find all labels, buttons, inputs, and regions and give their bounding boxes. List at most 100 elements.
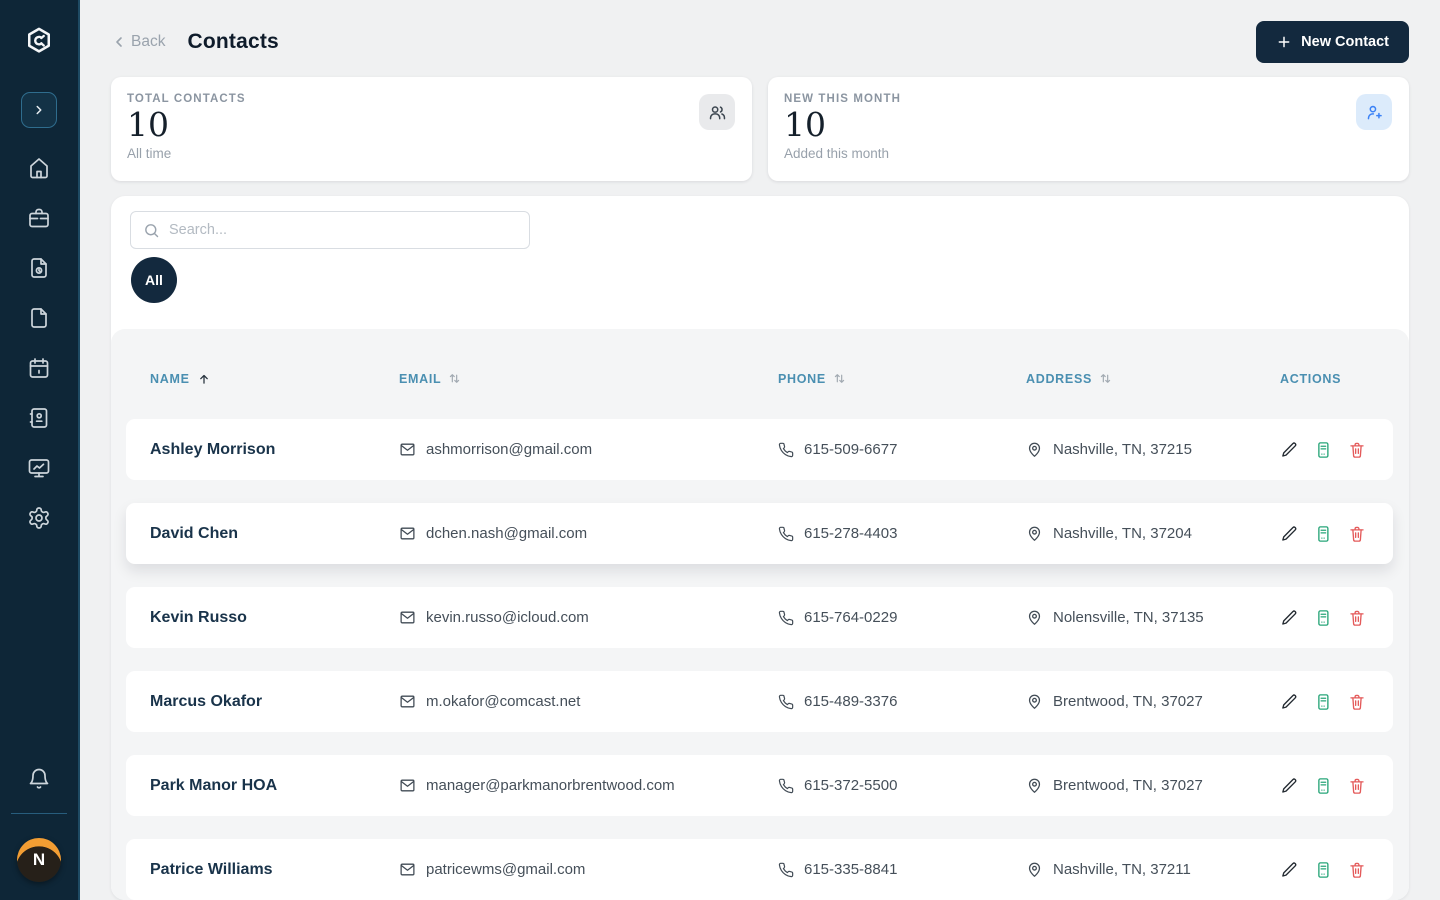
sidebar-item-calendar[interactable] (27, 356, 51, 380)
row-actions (1280, 441, 1393, 459)
export-contact-button[interactable] (1314, 525, 1332, 543)
contact-phone-cell: 615-489-3376 (778, 693, 1026, 710)
app-logo-hex-wrench-icon (24, 26, 54, 56)
row-actions (1280, 693, 1393, 711)
page-header: Back Contacts New Contact (111, 21, 1409, 63)
stat-badge (699, 94, 735, 130)
sort-asc-icon (199, 374, 208, 384)
column-label: ACTIONS (1280, 371, 1342, 386)
table-row[interactable]: Kevin Russo kevin.russo@icloud.com 615-7… (126, 587, 1393, 648)
export-contact-button[interactable] (1314, 609, 1332, 627)
map-pin-icon (1028, 442, 1041, 457)
table-row[interactable]: Ashley Morrison ashmorrison@gmail.com 61… (126, 419, 1393, 480)
contact-name: Patrice Williams (150, 860, 273, 878)
delete-contact-button[interactable] (1348, 441, 1366, 459)
contact-address: Nolensville, TN, 37135 (1053, 609, 1204, 626)
table-row[interactable]: Park Manor HOA manager@parkmanorbrentwoo… (126, 755, 1393, 816)
sidebar-item-settings[interactable] (27, 506, 51, 530)
mail-icon (400, 443, 415, 456)
table-header-row: NAME EMAIL PHONE ADDRESS ACTIONS (126, 371, 1393, 386)
sidebar-item-reports[interactable] (27, 456, 51, 480)
map-pin-icon (1028, 526, 1041, 541)
sidebar-item-contacts[interactable] (27, 406, 51, 430)
phone-icon (778, 610, 794, 625)
chevron-right-icon (36, 105, 42, 115)
sidebar-bottom: N (0, 767, 78, 882)
notifications-button[interactable] (27, 767, 51, 791)
mail-icon (400, 611, 415, 624)
delete-contact-button[interactable] (1348, 609, 1366, 627)
notebook-icon (1318, 609, 1329, 626)
contact-email-cell: m.okafor@comcast.net (399, 693, 778, 710)
column-label: ADDRESS (1026, 371, 1093, 386)
new-contact-label: New Contact (1301, 34, 1389, 50)
new-contact-button[interactable]: New Contact (1256, 21, 1409, 63)
sidebar-item-home[interactable] (27, 156, 51, 180)
edit-contact-button[interactable] (1280, 609, 1298, 627)
column-header-address[interactable]: ADDRESS (1026, 372, 1280, 386)
stat-value: 10 (127, 105, 169, 144)
export-contact-button[interactable] (1314, 693, 1332, 711)
filter-all-button[interactable]: All (131, 257, 177, 303)
delete-contact-button[interactable] (1348, 693, 1366, 711)
file-badge-icon (31, 258, 47, 278)
back-button[interactable]: Back (111, 33, 165, 51)
plus-icon (1278, 36, 1290, 48)
user-avatar[interactable]: N (17, 838, 61, 882)
sidebar-item-documents[interactable] (27, 306, 51, 330)
delete-contact-button[interactable] (1348, 777, 1366, 795)
edit-contact-button[interactable] (1280, 525, 1298, 543)
contact-email: patricewms@gmail.com (426, 861, 586, 878)
contact-phone-cell: 615-509-6677 (778, 441, 1026, 458)
contact-phone: 615-372-5500 (804, 777, 898, 794)
row-actions (1280, 609, 1393, 627)
table-row[interactable]: Patrice Williams patricewms@gmail.com 61… (126, 839, 1393, 900)
contacts-panel: All NAME EMAIL PHONE ADDRESS (111, 196, 1409, 900)
mail-icon (400, 779, 415, 792)
trash-icon (1350, 610, 1364, 626)
delete-contact-button[interactable] (1348, 861, 1366, 879)
main-content: Back Contacts New Contact TOTAL CONTACTS… (80, 0, 1440, 900)
column-header-name[interactable]: NAME (150, 372, 399, 386)
sidebar-collapse-button[interactable] (21, 92, 57, 128)
contact-email: kevin.russo@icloud.com (426, 609, 589, 626)
phone-icon (778, 862, 794, 877)
contact-email: ashmorrison@gmail.com (426, 441, 593, 458)
contact-address-cell: Nashville, TN, 37204 (1026, 525, 1280, 542)
sidebar: N (0, 0, 80, 900)
page-title: Contacts (187, 30, 279, 53)
edit-contact-button[interactable] (1280, 777, 1298, 795)
export-contact-button[interactable] (1314, 441, 1332, 459)
table-row[interactable]: Marcus Okafor m.okafor@comcast.net 615-4… (126, 671, 1393, 732)
delete-contact-button[interactable] (1348, 525, 1366, 543)
contact-address: Nashville, TN, 37204 (1053, 525, 1192, 542)
export-contact-button[interactable] (1314, 777, 1332, 795)
row-actions (1280, 777, 1393, 795)
stat-card-total-contacts: TOTAL CONTACTS 10 All time (111, 77, 752, 181)
edit-contact-button[interactable] (1280, 441, 1298, 459)
file-icon (31, 308, 47, 328)
export-contact-button[interactable] (1314, 861, 1332, 879)
contact-name: Marcus Okafor (150, 692, 263, 710)
sidebar-item-invoices[interactable] (27, 256, 51, 280)
edit-contact-button[interactable] (1280, 693, 1298, 711)
column-label: NAME (150, 371, 190, 386)
trash-icon (1350, 694, 1364, 710)
edit-contact-button[interactable] (1280, 861, 1298, 879)
users-icon (709, 105, 725, 119)
trash-icon (1350, 442, 1364, 458)
contact-name: Park Manor HOA (150, 776, 278, 794)
contact-address: Brentwood, TN, 37027 (1053, 777, 1203, 794)
row-actions (1280, 861, 1393, 879)
search-input[interactable] (169, 222, 517, 238)
notebook-icon (1318, 441, 1329, 458)
column-header-phone[interactable]: PHONE (778, 372, 1026, 386)
column-label: EMAIL (399, 371, 442, 386)
contact-address-cell: Brentwood, TN, 37027 (1026, 693, 1280, 710)
column-header-email[interactable]: EMAIL (399, 372, 778, 386)
notebook-icon (1318, 777, 1329, 794)
contact-email-cell: kevin.russo@icloud.com (399, 609, 778, 626)
table-row[interactable]: David Chen dchen.nash@gmail.com 615-278-… (126, 503, 1393, 564)
phone-icon (778, 442, 794, 457)
sidebar-item-jobs[interactable] (27, 206, 51, 230)
